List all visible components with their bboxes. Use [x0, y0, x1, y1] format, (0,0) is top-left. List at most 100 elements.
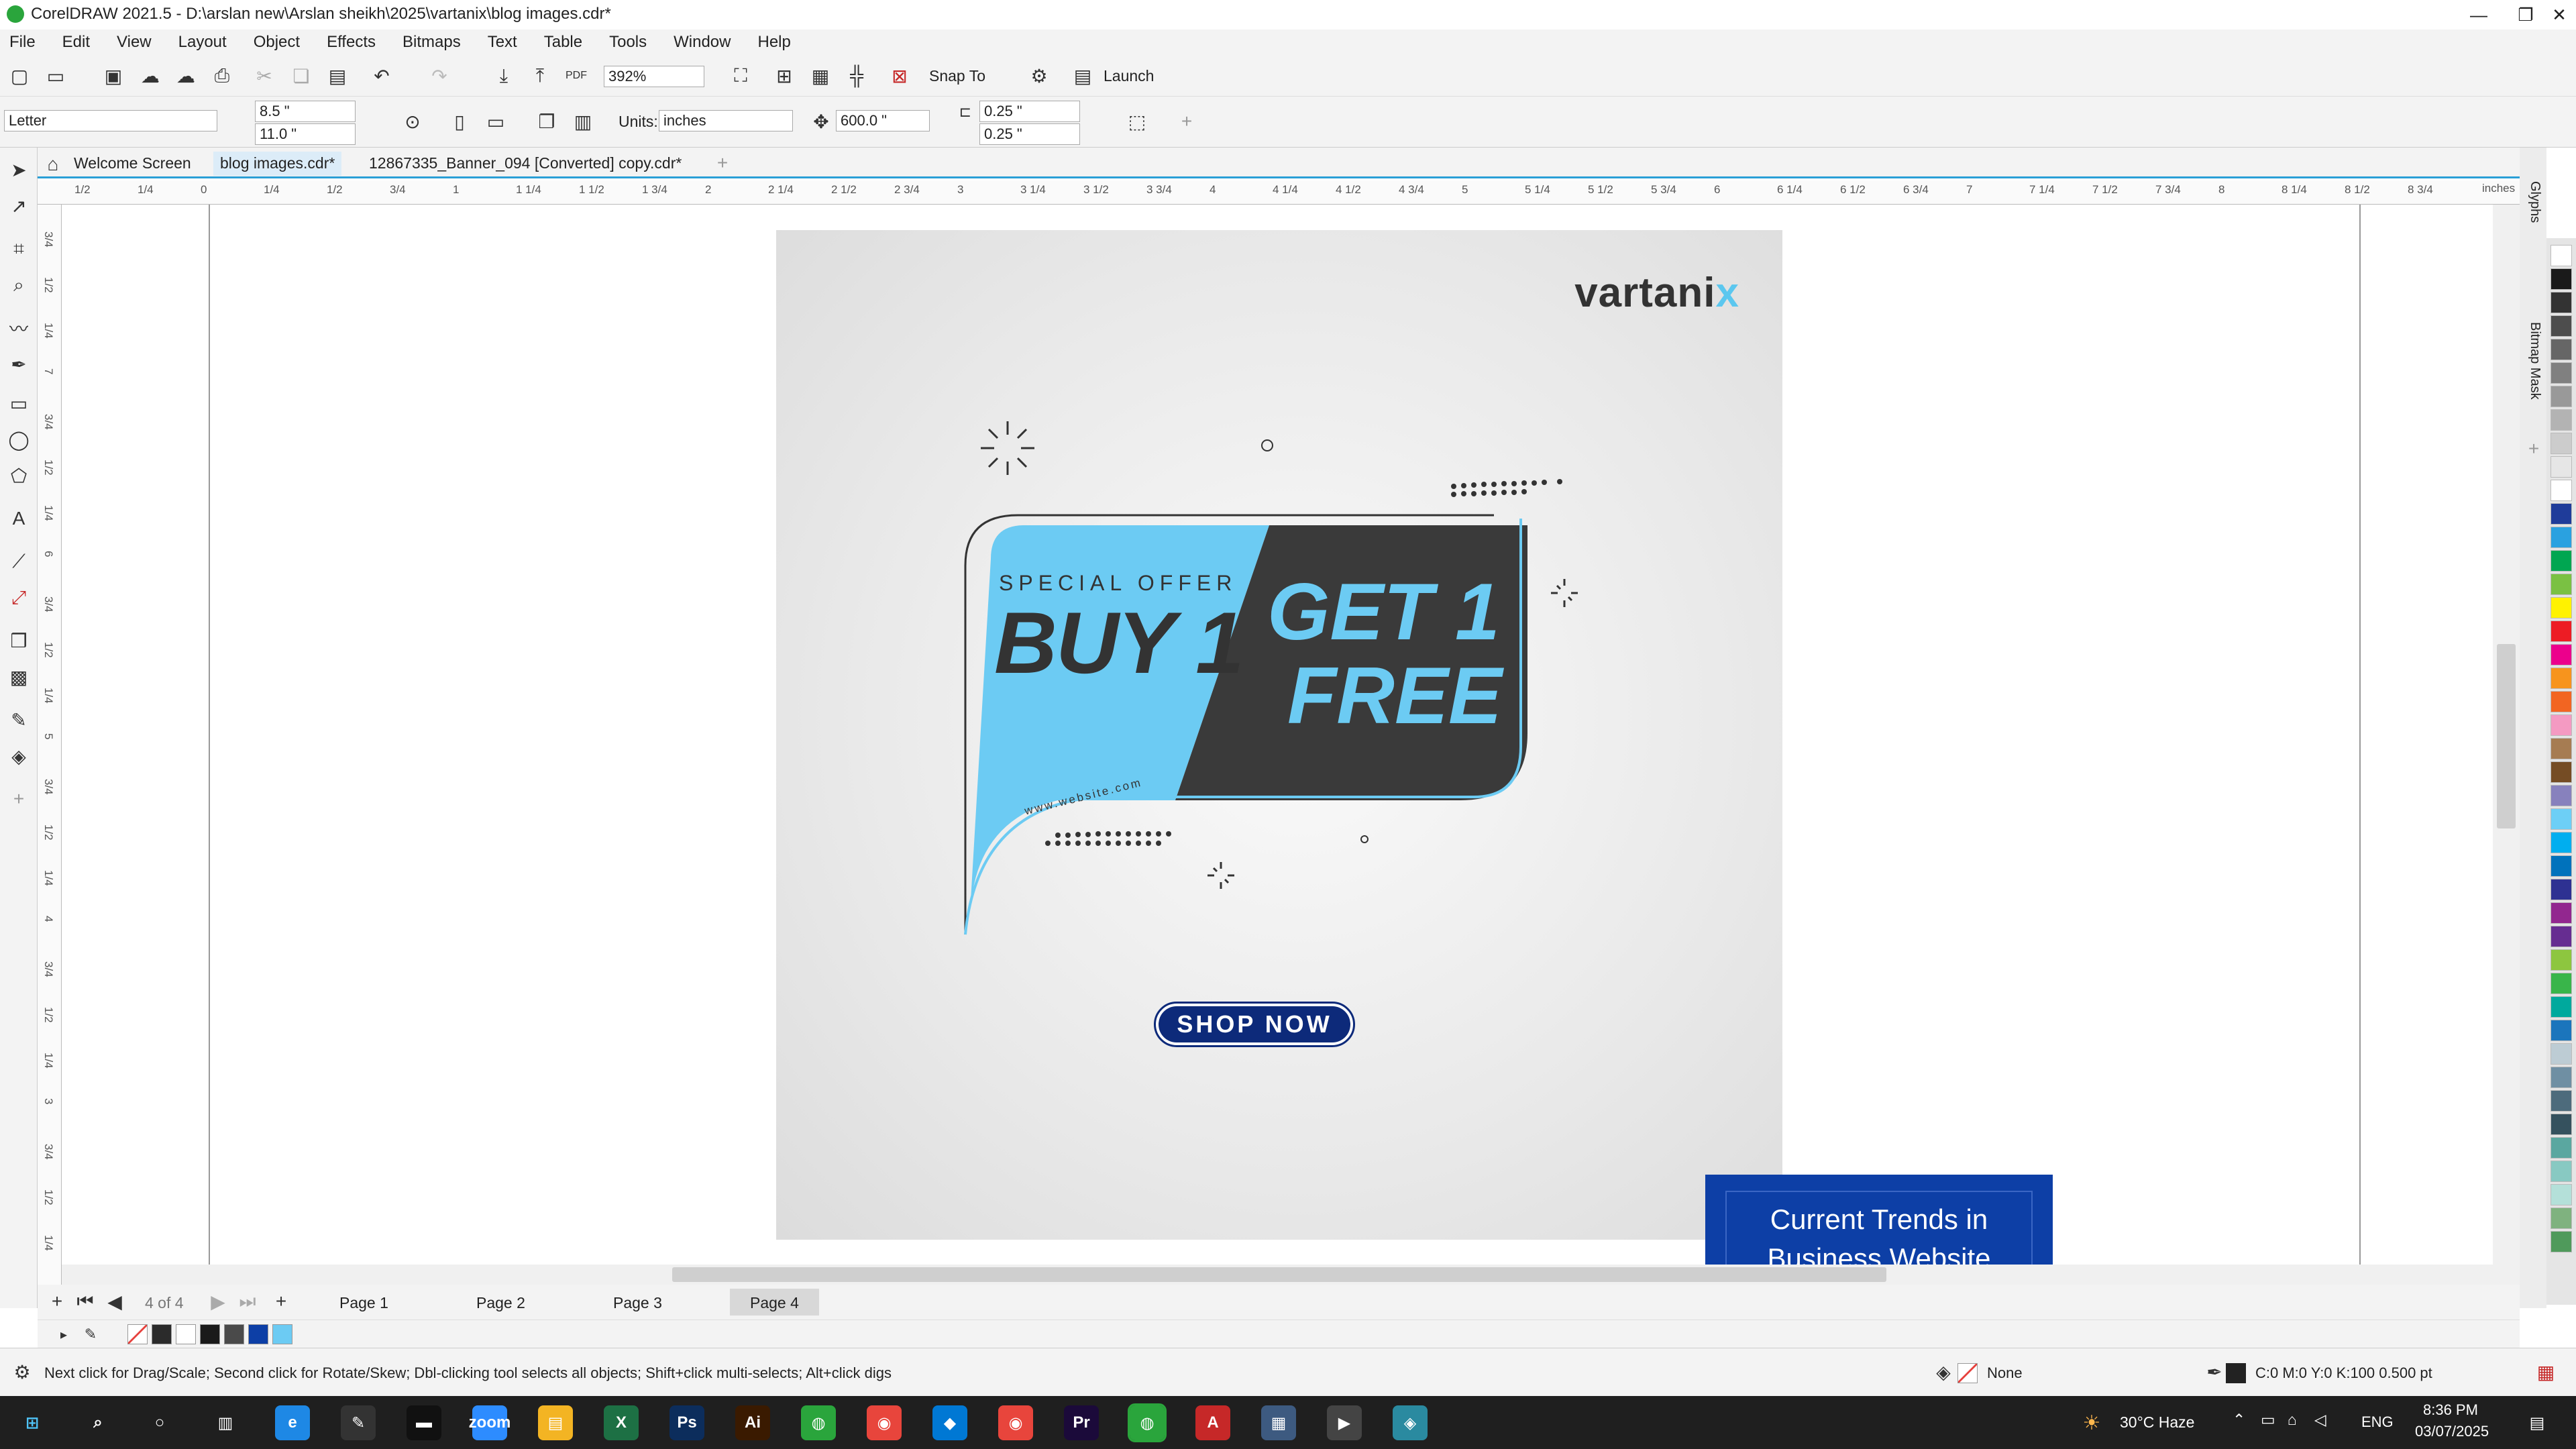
palette-color-swatch[interactable] — [2551, 597, 2572, 619]
palette-color-swatch[interactable] — [2551, 503, 2572, 525]
document-color-swatch[interactable] — [272, 1324, 292, 1344]
taskbar-app-icon[interactable]: ◍ — [1128, 1403, 1167, 1442]
page-size-dropdown[interactable]: Letter — [4, 110, 217, 131]
menu-table[interactable]: Table — [544, 33, 582, 52]
first-page-icon[interactable]: ⏮ — [72, 1289, 98, 1314]
menu-text[interactable]: Text — [488, 33, 517, 52]
last-page-icon[interactable]: ⏭ — [235, 1289, 260, 1314]
menu-file[interactable]: File — [9, 33, 36, 52]
palette-color-swatch[interactable] — [2551, 1137, 2572, 1159]
status-settings-gear-icon[interactable]: ⚙ — [9, 1359, 35, 1385]
add-docker-icon[interactable]: + — [2521, 436, 2546, 462]
notifications-icon[interactable]: ▦ — [2533, 1359, 2559, 1385]
parallel-dimension-tool-icon[interactable]: ⟋ — [6, 549, 32, 574]
portrait-icon[interactable]: ▯ — [447, 109, 472, 134]
add-tab-icon[interactable]: + — [710, 150, 735, 176]
palette-eyedropper-icon[interactable]: ✎ — [78, 1322, 103, 1347]
palette-color-swatch[interactable] — [2551, 268, 2572, 290]
add-toolbar-icon[interactable]: + — [1174, 109, 1199, 134]
clock-date[interactable]: 03/07/2025 — [2415, 1423, 2489, 1440]
taskbar-app-icon[interactable]: ◍ — [801, 1405, 836, 1440]
taskbar-app-icon[interactable]: ▦ — [1261, 1405, 1296, 1440]
taskbar-app-icon[interactable]: X — [604, 1405, 639, 1440]
tray-chevron-icon[interactable]: ⌃ — [2233, 1411, 2245, 1429]
taskbar-app-icon[interactable]: A — [1195, 1405, 1230, 1440]
import-icon[interactable]: ⤓ — [491, 63, 517, 89]
action-center-icon[interactable]: ▤ — [2522, 1405, 2552, 1440]
zoom-tool-icon[interactable]: ⌕ — [6, 272, 32, 298]
palette-color-swatch[interactable] — [2551, 902, 2572, 924]
vertical-ruler[interactable]: 3/4 1/2 1/4 7 3/4 1/2 1/4 6 3/4 1/2 1/4 5 3/4 1/2 1/4 4… — [38, 205, 62, 1285]
palette-color-swatch[interactable] — [2551, 292, 2572, 313]
export-icon[interactable]: ⤒ — [527, 63, 553, 89]
polygon-tool-icon[interactable]: ⬠ — [6, 463, 32, 488]
tab-welcome-screen[interactable]: Welcome Screen — [67, 152, 198, 176]
palette-color-swatch[interactable] — [2551, 480, 2572, 501]
tab-banner-094[interactable]: 12867335_Banner_094 [Converted] copy.cdr… — [362, 152, 688, 176]
palette-color-swatch[interactable] — [2551, 832, 2572, 853]
language-indicator[interactable]: ENG — [2361, 1413, 2394, 1431]
document-color-swatch[interactable] — [224, 1324, 244, 1344]
cloud-upload-icon[interactable]: ☁ — [138, 63, 163, 89]
menu-layout[interactable]: Layout — [178, 33, 227, 52]
taskbar-app-icon[interactable]: ◉ — [867, 1405, 902, 1440]
pen-tool-icon[interactable]: ✒ — [6, 352, 32, 377]
palette-color-swatch[interactable] — [2551, 362, 2572, 384]
page-tab-3[interactable]: Page 3 — [593, 1289, 682, 1316]
taskbar-app-icon[interactable]: ◆ — [932, 1405, 967, 1440]
guidelines-icon[interactable]: ╬ — [844, 63, 869, 89]
minimize-button[interactable]: — — [2455, 0, 2502, 30]
zoom-to-page-icon[interactable]: ⛶ — [728, 63, 753, 89]
page-width-field[interactable]: 8.5 " — [255, 101, 356, 122]
weather-text[interactable]: 30°C Haze — [2120, 1413, 2194, 1432]
outline-color-swatch[interactable] — [2226, 1363, 2246, 1383]
interactive-fill-tool-icon[interactable]: ◈ — [6, 743, 32, 769]
document-color-swatch[interactable] — [248, 1324, 268, 1344]
taskbar-app-icon[interactable]: ▬ — [407, 1405, 441, 1440]
add-page-before-icon[interactable]: + — [44, 1289, 70, 1314]
launch-icon[interactable]: ▤ — [1070, 63, 1095, 89]
palette-color-swatch[interactable] — [2551, 527, 2572, 548]
palette-color-swatch[interactable] — [2551, 433, 2572, 454]
palette-color-swatch[interactable] — [2551, 785, 2572, 806]
palette-color-swatch[interactable] — [2551, 1067, 2572, 1088]
fill-none-swatch[interactable] — [1957, 1363, 1978, 1383]
add-tool-icon[interactable]: + — [6, 786, 32, 812]
palette-color-swatch[interactable] — [2551, 1090, 2572, 1112]
palette-color-swatch[interactable] — [2551, 691, 2572, 712]
palette-color-swatch[interactable] — [2551, 1231, 2572, 1252]
horizontal-ruler[interactable]: 1/2 1/4 0 1/4 1/2 3/4 1 1 1/4 1 1/2 1 3/4 2 2 1/4 2 … — [38, 180, 2520, 205]
paste-icon[interactable]: ▤ — [325, 63, 350, 89]
snap-off-icon[interactable]: ⊠ — [887, 63, 912, 89]
text-tool-icon[interactable]: A — [6, 506, 32, 531]
blog-title-card[interactable]: Current Trends in Business Website — [1705, 1175, 2053, 1265]
copy-icon[interactable]: ❏ — [288, 63, 314, 89]
document-color-swatch[interactable] — [176, 1324, 196, 1344]
palette-color-swatch[interactable] — [2551, 1114, 2572, 1135]
ellipse-tool-icon[interactable]: ◯ — [6, 427, 32, 452]
palette-color-swatch[interactable] — [2551, 339, 2572, 360]
cut-icon[interactable]: ✂ — [252, 63, 277, 89]
palette-color-swatch[interactable] — [2551, 1184, 2572, 1205]
taskbar-app-icon[interactable]: Pr — [1064, 1405, 1099, 1440]
lock-ratio-icon[interactable]: ⊙ — [400, 109, 425, 134]
palette-color-swatch[interactable] — [2551, 245, 2572, 266]
palette-color-swatch[interactable] — [2551, 738, 2572, 759]
eyedropper-tool-icon[interactable]: ✎ — [6, 707, 32, 733]
palette-color-swatch[interactable] — [2551, 879, 2572, 900]
palette-color-swatch[interactable] — [2551, 1161, 2572, 1182]
palette-color-swatch[interactable] — [2551, 550, 2572, 572]
freehand-tool-icon[interactable]: 〰 — [6, 315, 32, 341]
start-windows-icon[interactable]: ⊞ — [15, 1405, 50, 1440]
treat-as-filled-icon[interactable]: ⬚ — [1124, 109, 1150, 134]
landscape-icon[interactable]: ▭ — [483, 109, 508, 134]
close-button[interactable]: ✕ — [2536, 0, 2576, 30]
outline-pen-icon[interactable]: ✒ — [2202, 1359, 2227, 1385]
taskbar-app-icon[interactable]: ◉ — [998, 1405, 1033, 1440]
next-page-icon[interactable]: ▶ — [205, 1289, 231, 1314]
palette-color-swatch[interactable] — [2551, 574, 2572, 595]
document-color-swatch[interactable] — [200, 1324, 220, 1344]
artboard-page[interactable]: vartanix SPECIAL OFFER BUY 1 GET 1 FREE … — [776, 230, 1782, 1240]
menu-edit[interactable]: Edit — [62, 33, 90, 52]
connector-tool-icon[interactable]: ⤢ — [6, 585, 32, 610]
